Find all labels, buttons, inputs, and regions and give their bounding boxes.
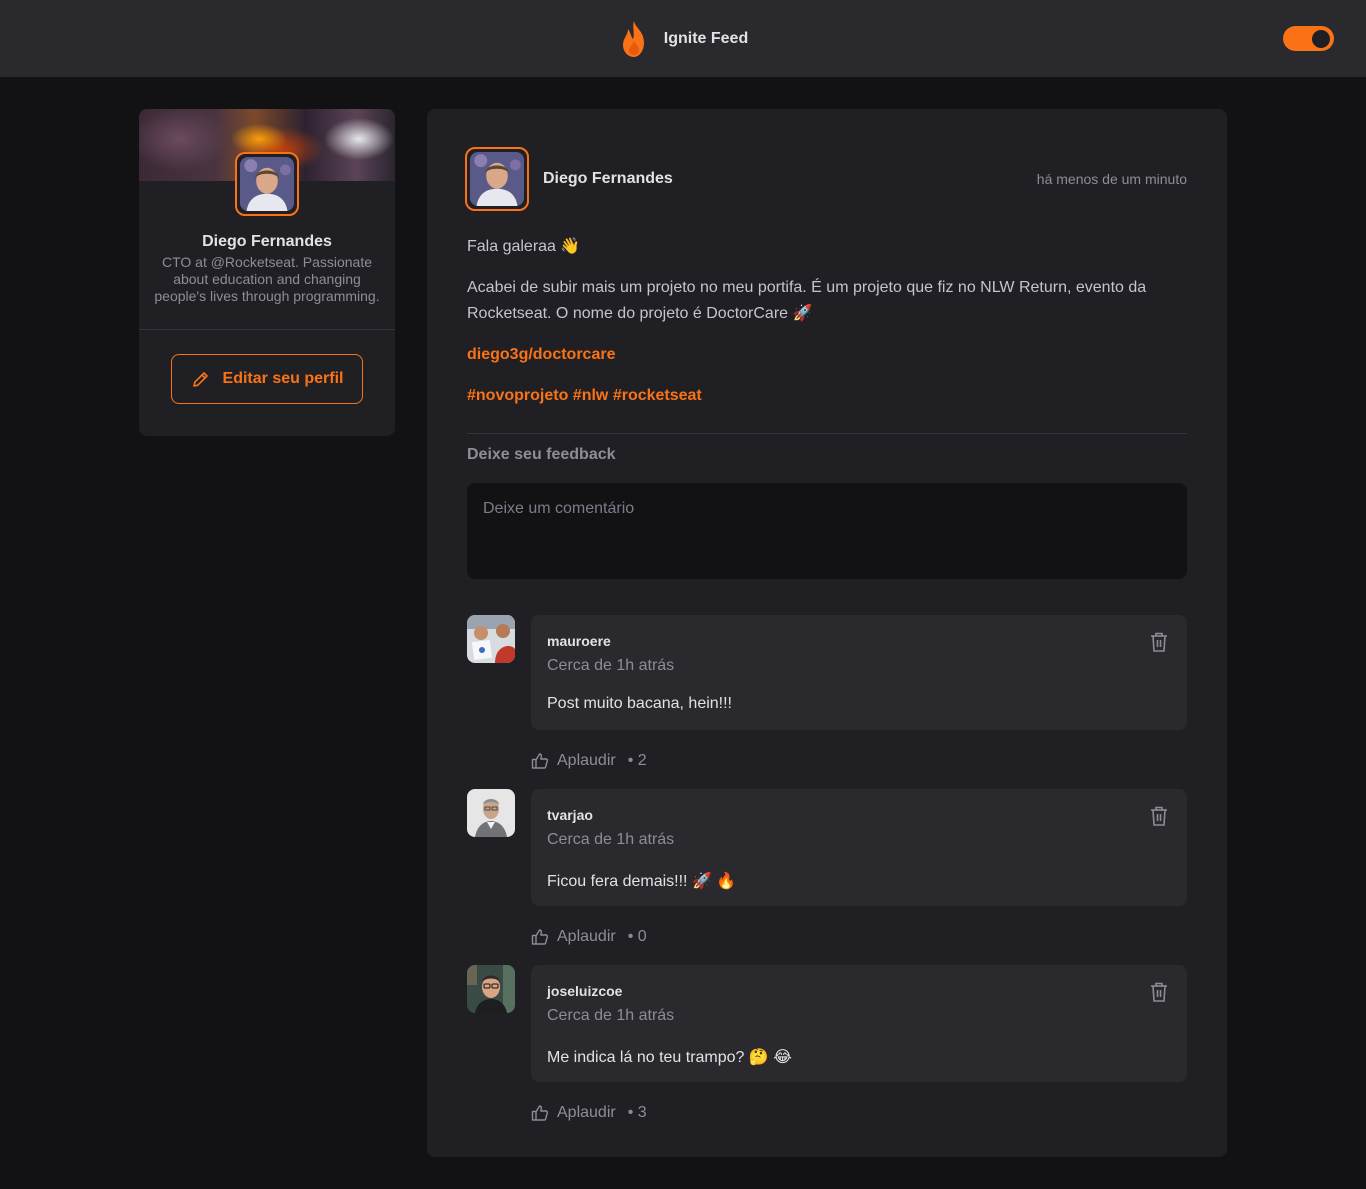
divider: [139, 329, 395, 330]
comment-footer: Aplaudir • 2: [531, 752, 647, 770]
profile-avatar: [235, 152, 299, 216]
trash-icon: [1151, 806, 1167, 826]
trash-icon: [1151, 632, 1167, 652]
pencil-icon: [192, 372, 208, 387]
post-link[interactable]: diego3g/doctorcare: [467, 346, 615, 363]
brand: Ignite Feed: [618, 19, 748, 59]
delete-comment-button[interactable]: [1149, 805, 1169, 832]
applaud-label: Aplaudir: [557, 928, 616, 945]
delete-comment-button[interactable]: [1149, 631, 1169, 658]
comment-input[interactable]: [467, 483, 1187, 579]
avatar-photo-icon: [467, 965, 515, 1013]
post-author-name: Diego Fernandes: [543, 170, 673, 187]
post-tags: #novoprojeto #nlw #rocketseat: [467, 383, 1187, 409]
trash-icon: [1151, 982, 1167, 1002]
edit-profile-button[interactable]: Editar seu perfil: [171, 354, 363, 404]
applaud-button[interactable]: Aplaudir: [531, 928, 616, 946]
comment-avatar[interactable]: [467, 965, 515, 1013]
comment-time: Cerca de 1h atrás: [547, 1007, 675, 1024]
comment-avatar[interactable]: [467, 615, 515, 663]
thumbs-up-icon: [531, 753, 549, 769]
profile-sidebar: Diego Fernandes CTO at @Rocketseat. Pass…: [139, 109, 395, 436]
flame-logo-icon: [622, 20, 644, 57]
thumbs-up-icon: [531, 929, 549, 945]
comment-author: tvarjao: [547, 807, 593, 823]
comment-footer: Aplaudir • 0: [531, 928, 647, 946]
applaud-label: Aplaudir: [557, 752, 616, 769]
applaud-button[interactable]: Aplaudir: [531, 752, 616, 770]
comment-text: Post muito bacana, hein!!!: [547, 695, 732, 712]
comment-avatar[interactable]: [467, 789, 515, 837]
avatar-portrait-icon: [470, 152, 524, 206]
applaud-count: • 3: [627, 1104, 647, 1121]
comment-time: Cerca de 1h atrás: [547, 657, 675, 674]
profile-role: CTO at @Rocketseat. Passionate about edu…: [154, 254, 380, 304]
hashtag-link[interactable]: #novoprojeto: [467, 387, 568, 404]
comment-author: mauroere: [547, 633, 611, 649]
post-timestamp: há menos de um minuto: [1036, 171, 1187, 187]
comment-author: joseluizcoe: [547, 983, 623, 999]
toggle-knob: [1312, 29, 1330, 48]
avatar-photo-icon: [467, 789, 515, 837]
profile-name: Diego Fernandes: [202, 233, 332, 250]
hashtag-link[interactable]: #rocketseat: [613, 387, 702, 404]
avatar-portrait-icon: [240, 157, 294, 211]
comment-box: tvarjao Cerca de 1h atrás Ficou fera dem…: [531, 789, 1187, 906]
post-body: Acabei de subir mais um projeto no meu p…: [467, 279, 1147, 322]
hashtag-link[interactable]: #nlw: [573, 387, 609, 404]
post-author-avatar[interactable]: [465, 147, 529, 211]
comment-text: Me indica lá no teu trampo? 🤔 😂: [547, 1049, 792, 1066]
comment-footer: Aplaudir • 3: [531, 1104, 647, 1122]
applaud-label: Aplaudir: [557, 1104, 616, 1121]
post-card: Diego Fernandes há menos de um minuto Fa…: [427, 109, 1227, 1157]
comment-text: Ficou fera demais!!! 🚀 🔥: [547, 873, 737, 890]
post-greeting: Fala galeraa 👋: [467, 238, 581, 255]
comment-box: joseluizcoe Cerca de 1h atrás Me indica …: [531, 965, 1187, 1082]
theme-toggle[interactable]: [1283, 26, 1334, 51]
post-content: Fala galeraa 👋 Acabei de subir mais um p…: [467, 234, 1187, 424]
delete-comment-button[interactable]: [1149, 981, 1169, 1008]
feedback-title: Deixe seu feedback: [467, 446, 616, 463]
avatar-photo-icon: [467, 615, 515, 663]
app-header: Ignite Feed: [0, 0, 1366, 77]
comment-time: Cerca de 1h atrás: [547, 831, 675, 848]
applaud-count: • 0: [627, 928, 647, 945]
edit-profile-label: Editar seu perfil: [222, 370, 344, 387]
divider: [467, 433, 1187, 434]
applaud-count: • 2: [627, 752, 647, 769]
thumbs-up-icon: [531, 1105, 549, 1121]
comment-box: mauroere Cerca de 1h atrás Post muito ba…: [531, 615, 1187, 730]
applaud-button[interactable]: Aplaudir: [531, 1104, 616, 1122]
app-title: Ignite Feed: [663, 29, 749, 47]
